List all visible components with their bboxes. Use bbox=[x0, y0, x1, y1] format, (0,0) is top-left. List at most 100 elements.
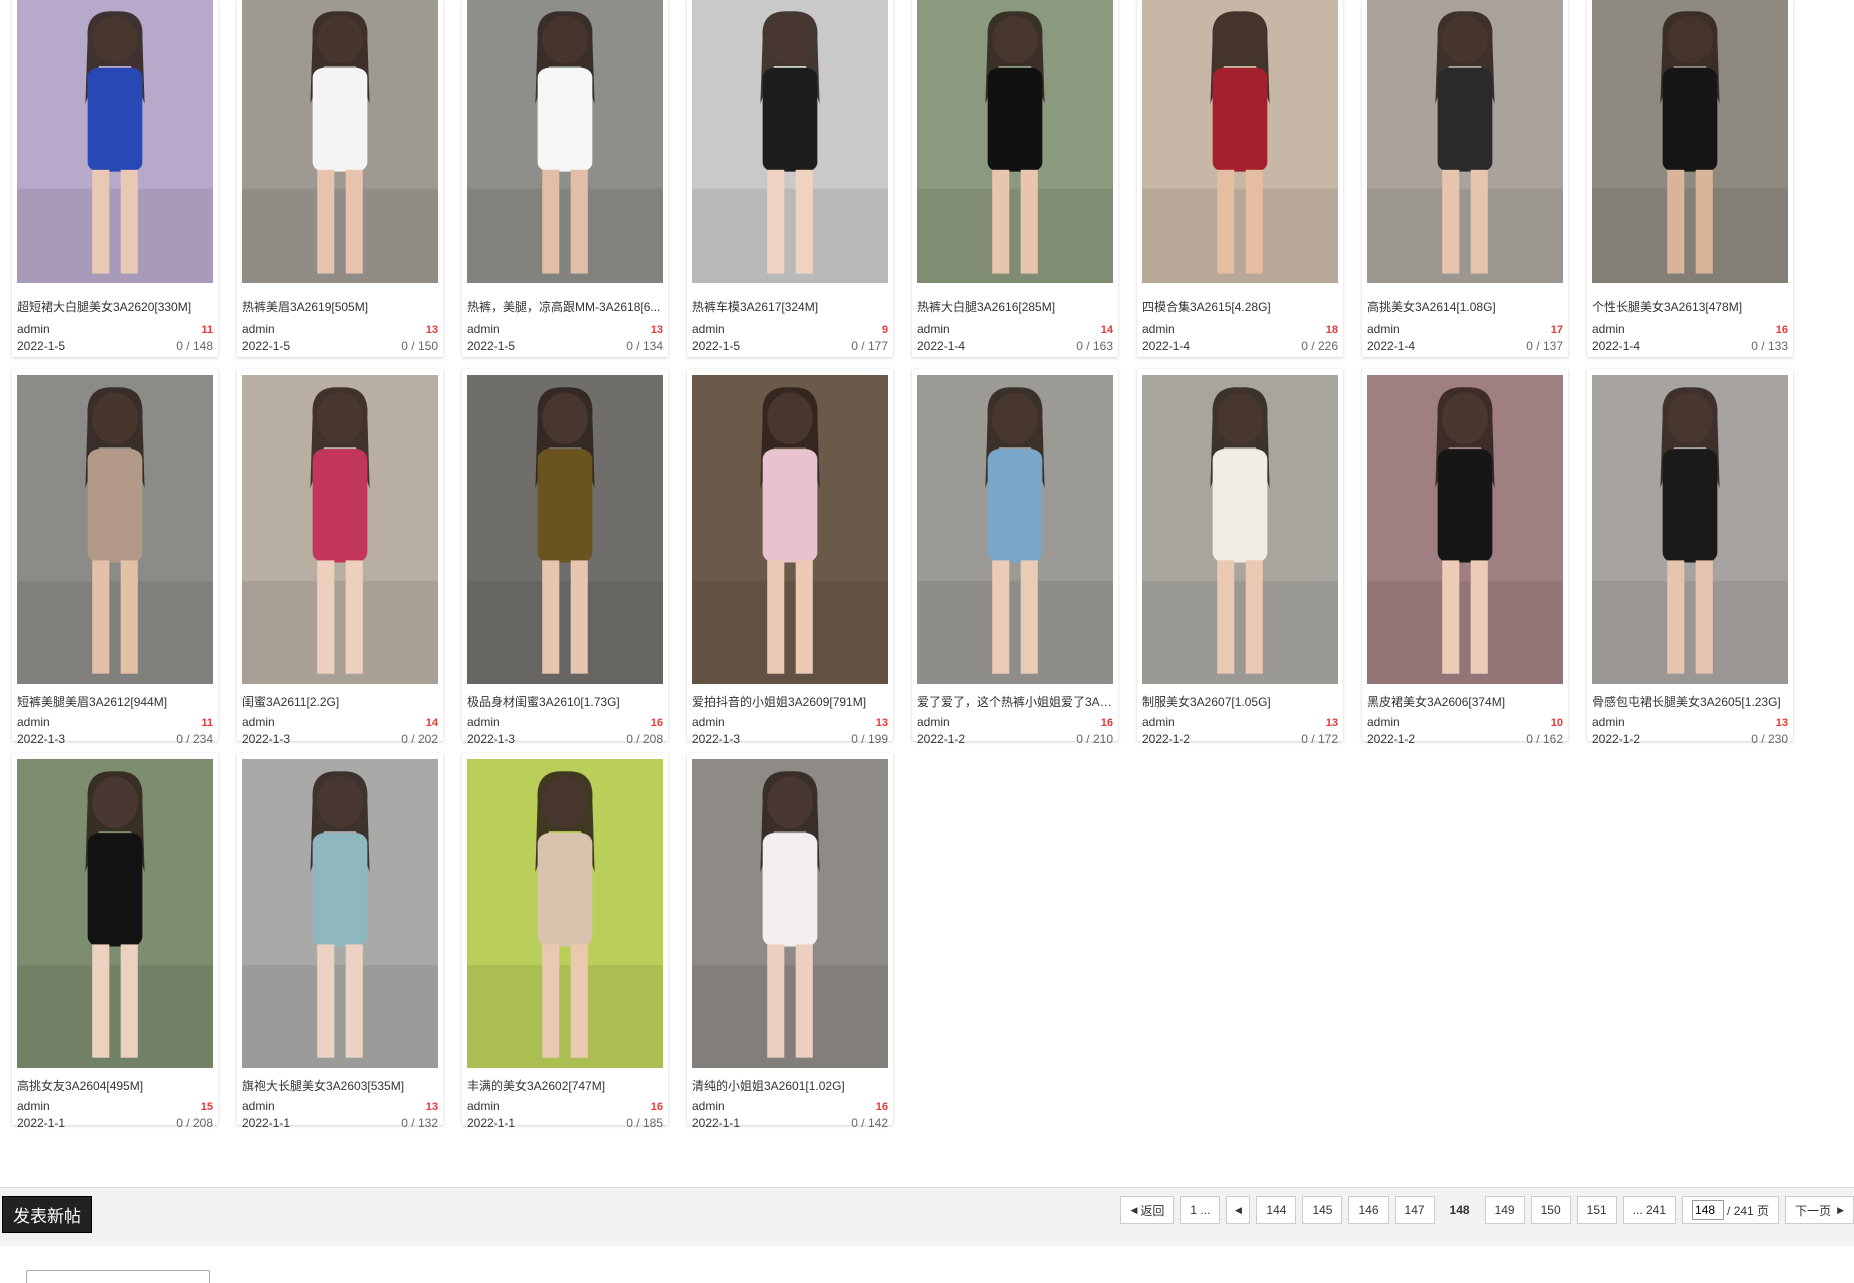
thread-thumbnail[interactable] bbox=[467, 375, 663, 684]
author-link[interactable]: admin bbox=[692, 715, 725, 729]
author-link[interactable]: admin bbox=[692, 1099, 725, 1113]
thread-card[interactable]: 热裤车模3A2617[324M] admin 9 2022-1-5 0 / 177 bbox=[687, 0, 893, 357]
thread-thumbnail[interactable] bbox=[467, 759, 663, 1068]
thread-thumbnail[interactable] bbox=[917, 0, 1113, 283]
thread-thumbnail[interactable] bbox=[692, 759, 888, 1068]
author-link[interactable]: admin bbox=[1142, 715, 1175, 729]
thread-card[interactable]: 丰满的美女3A2602[747M] admin 16 2022-1-1 0 / 185 bbox=[462, 753, 668, 1130]
page-link[interactable]: 145 bbox=[1302, 1196, 1343, 1224]
page-jump-input[interactable] bbox=[1692, 1200, 1725, 1220]
thread-card[interactable]: 极品身材闺蜜3A2610[1.73G] admin 16 2022-1-3 0 / 20… bbox=[462, 369, 668, 746]
author-link[interactable]: admin bbox=[1592, 715, 1625, 729]
thread-meta-row: 2022-1-3 0 / 199 bbox=[692, 732, 888, 746]
thread-card[interactable]: 高挑女友3A2604[495M] admin 15 2022-1-1 0 / 208 bbox=[12, 753, 218, 1130]
thread-card[interactable]: 骨感包屯裙长腿美女3A2605[1.23G] admin 13 2022-1-2 0 /… bbox=[1587, 369, 1793, 746]
thread-title[interactable]: 黑皮裙美女3A2606[374M] bbox=[1367, 693, 1563, 710]
thread-card[interactable]: 短裤美腿美眉3A2612[944M] admin 11 2022-1-3 0 / 234 bbox=[12, 369, 218, 746]
thread-thumbnail[interactable] bbox=[242, 375, 438, 684]
thread-title[interactable]: 爱拍抖音的小姐姐3A2609[791M] bbox=[692, 693, 888, 710]
thread-thumbnail[interactable] bbox=[917, 375, 1113, 684]
thread-thumbnail[interactable] bbox=[1142, 375, 1338, 684]
thread-card[interactable]: 热裤，美腿，凉高跟MM-3A2618[6... admin 13 2022-1-5 0 … bbox=[462, 0, 668, 357]
thread-card[interactable]: 清纯的小姐姐3A2601[1.02G] admin 16 2022-1-1 0 / 14… bbox=[687, 753, 893, 1130]
thread-title[interactable]: 爱了爱了，这个热裤小姐姐爱了3A2... bbox=[917, 693, 1113, 710]
thread-title[interactable]: 超短裙大白腿美女3A2620[330M] bbox=[17, 298, 213, 315]
thread-card[interactable]: 爱了爱了，这个热裤小姐姐爱了3A2... admin 16 2022-1-2 0 / 2… bbox=[912, 369, 1118, 746]
page-link[interactable]: 149 bbox=[1484, 1196, 1525, 1224]
prev-page-button[interactable]: ◀ bbox=[1226, 1196, 1251, 1224]
page-link[interactable]: 144 bbox=[1256, 1196, 1297, 1224]
page-link[interactable]: 150 bbox=[1530, 1196, 1571, 1224]
next-page-button[interactable]: 下一页 ▶ bbox=[1785, 1196, 1854, 1224]
author-link[interactable]: admin bbox=[1592, 322, 1625, 336]
thread-title[interactable]: 闺蜜3A2611[2.2G] bbox=[242, 693, 438, 710]
thread-title[interactable]: 热裤大白腿3A2616[285M] bbox=[917, 298, 1113, 315]
author-link[interactable]: admin bbox=[242, 715, 275, 729]
author-link[interactable]: admin bbox=[917, 715, 950, 729]
thread-thumbnail[interactable] bbox=[1142, 0, 1338, 283]
thread-title[interactable]: 骨感包屯裙长腿美女3A2605[1.23G] bbox=[1592, 693, 1788, 710]
post-date: 2022-1-4 bbox=[1142, 339, 1191, 353]
thread-title[interactable]: 高挑美女3A2614[1.08G] bbox=[1367, 298, 1563, 315]
thread-card[interactable]: 热裤大白腿3A2616[285M] admin 14 2022-1-4 0 / 163 bbox=[912, 0, 1118, 357]
thread-card[interactable]: 爱拍抖音的小姐姐3A2609[791M] admin 13 2022-1-3 0 / 1… bbox=[687, 369, 893, 746]
thread-title[interactable]: 制服美女3A2607[1.05G] bbox=[1142, 693, 1338, 710]
thread-thumbnail[interactable] bbox=[692, 375, 888, 684]
thread-thumbnail[interactable] bbox=[17, 0, 213, 283]
author-link[interactable]: admin bbox=[242, 322, 275, 336]
thread-thumbnail[interactable] bbox=[467, 0, 663, 283]
thread-card[interactable]: 四模合集3A2615[4.28G] admin 18 2022-1-4 0 / 226 bbox=[1137, 0, 1343, 357]
page-first[interactable]: 1 ... bbox=[1180, 1196, 1221, 1224]
page-link[interactable]: 147 bbox=[1394, 1196, 1435, 1224]
author-link[interactable]: admin bbox=[17, 322, 50, 336]
thread-thumbnail[interactable] bbox=[1367, 375, 1563, 684]
thread-title[interactable]: 丰满的美女3A2602[747M] bbox=[467, 1077, 663, 1094]
thread-card[interactable]: 制服美女3A2607[1.05G] admin 13 2022-1-2 0 / 172 bbox=[1137, 369, 1343, 746]
thread-card[interactable]: 高挑美女3A2614[1.08G] admin 17 2022-1-4 0 / 137 bbox=[1362, 0, 1568, 357]
thread-thumbnail[interactable] bbox=[17, 375, 213, 684]
thread-title[interactable]: 个性长腿美女3A2613[478M] bbox=[1592, 298, 1788, 315]
page-last[interactable]: ... 241 bbox=[1622, 1196, 1677, 1224]
author-link[interactable]: admin bbox=[1367, 715, 1400, 729]
author-link[interactable]: admin bbox=[1142, 322, 1175, 336]
thread-card[interactable]: 热裤美眉3A2619[505M] admin 13 2022-1-5 0 / 150 bbox=[237, 0, 443, 357]
thread-thumbnail[interactable] bbox=[242, 0, 438, 283]
reply-count: 13 bbox=[1775, 717, 1788, 729]
thread-thumbnail[interactable] bbox=[1592, 375, 1788, 684]
thread-title[interactable]: 旗袍大长腿美女3A2603[535M] bbox=[242, 1077, 438, 1094]
author-link[interactable]: admin bbox=[17, 715, 50, 729]
author-link[interactable]: admin bbox=[242, 1099, 275, 1113]
photo-image bbox=[692, 375, 888, 684]
thread-card[interactable]: 个性长腿美女3A2613[478M] admin 16 2022-1-4 0 / 133 bbox=[1587, 0, 1793, 357]
author-link[interactable]: admin bbox=[467, 1099, 500, 1113]
thread-card[interactable]: 黑皮裙美女3A2606[374M] admin 10 2022-1-2 0 / 162 bbox=[1362, 369, 1568, 746]
view-count: 0 / 134 bbox=[626, 339, 663, 353]
thread-title[interactable]: 极品身材闺蜜3A2610[1.73G] bbox=[467, 693, 663, 710]
thread-title[interactable]: 热裤美眉3A2619[505M] bbox=[242, 298, 438, 315]
author-link[interactable]: admin bbox=[692, 322, 725, 336]
page-link[interactable]: 146 bbox=[1348, 1196, 1389, 1224]
thread-title[interactable]: 热裤，美腿，凉高跟MM-3A2618[6... bbox=[467, 298, 663, 315]
thread-thumbnail[interactable] bbox=[17, 759, 213, 1068]
thread-card[interactable]: 旗袍大长腿美女3A2603[535M] admin 13 2022-1-1 0 / 13… bbox=[237, 753, 443, 1130]
thread-title[interactable]: 清纯的小姐姐3A2601[1.02G] bbox=[692, 1077, 888, 1094]
thread-thumbnail[interactable] bbox=[242, 759, 438, 1068]
thread-meta-row: 2022-1-4 0 / 133 bbox=[1592, 339, 1788, 353]
new-post-button[interactable]: 发表新帖 bbox=[2, 1196, 92, 1233]
thread-card[interactable]: 超短裙大白腿美女3A2620[330M] admin 11 2022-1-5 0 / 1… bbox=[12, 0, 218, 357]
back-button[interactable]: ◀ 返回 bbox=[1120, 1196, 1175, 1224]
thread-title[interactable]: 四模合集3A2615[4.28G] bbox=[1142, 298, 1338, 315]
author-link[interactable]: admin bbox=[17, 1099, 50, 1113]
thread-card[interactable]: 闺蜜3A2611[2.2G] admin 14 2022-1-3 0 / 202 bbox=[237, 369, 443, 746]
thread-thumbnail[interactable] bbox=[692, 0, 888, 283]
page-link[interactable]: 151 bbox=[1576, 1196, 1617, 1224]
author-link[interactable]: admin bbox=[467, 715, 500, 729]
author-link[interactable]: admin bbox=[917, 322, 950, 336]
author-link[interactable]: admin bbox=[467, 322, 500, 336]
thread-title[interactable]: 热裤车模3A2617[324M] bbox=[692, 298, 888, 315]
thread-thumbnail[interactable] bbox=[1592, 0, 1788, 283]
thread-thumbnail[interactable] bbox=[1367, 0, 1563, 283]
thread-title[interactable]: 短裤美腿美眉3A2612[944M] bbox=[17, 693, 213, 710]
thread-title[interactable]: 高挑女友3A2604[495M] bbox=[17, 1077, 213, 1094]
author-link[interactable]: admin bbox=[1367, 322, 1400, 336]
